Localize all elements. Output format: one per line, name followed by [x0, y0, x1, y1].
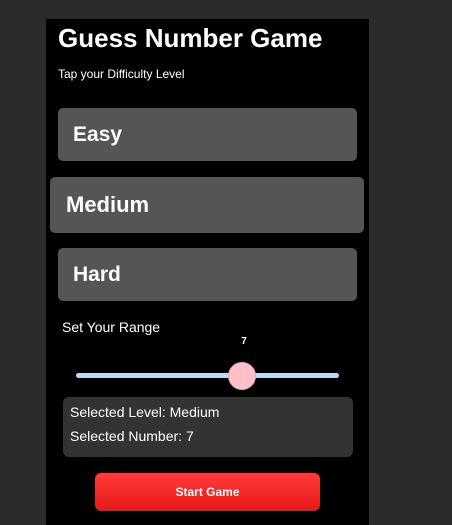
start-game-button[interactable]: Start Game — [95, 473, 320, 511]
selection-summary: Selected Level: Medium Selected Number: … — [63, 397, 353, 457]
game-panel: Guess Number Game Tap your Difficulty Le… — [46, 19, 369, 525]
easy-button[interactable]: Easy — [58, 108, 357, 161]
medium-button[interactable]: Medium — [50, 177, 364, 233]
range-value: 7 — [241, 336, 247, 347]
slider-thumb[interactable] — [227, 362, 256, 390]
selected-level-text: Selected Level: Medium — [70, 404, 220, 420]
range-slider[interactable] — [76, 362, 339, 390]
range-label: Set Your Range — [62, 319, 161, 335]
difficulty-prompt: Tap your Difficulty Level — [58, 67, 185, 81]
page-title: Guess Number Game — [58, 23, 323, 53]
slider-track[interactable] — [76, 373, 339, 378]
selected-number-text: Selected Number: 7 — [70, 428, 194, 444]
hard-button[interactable]: Hard — [58, 248, 357, 301]
